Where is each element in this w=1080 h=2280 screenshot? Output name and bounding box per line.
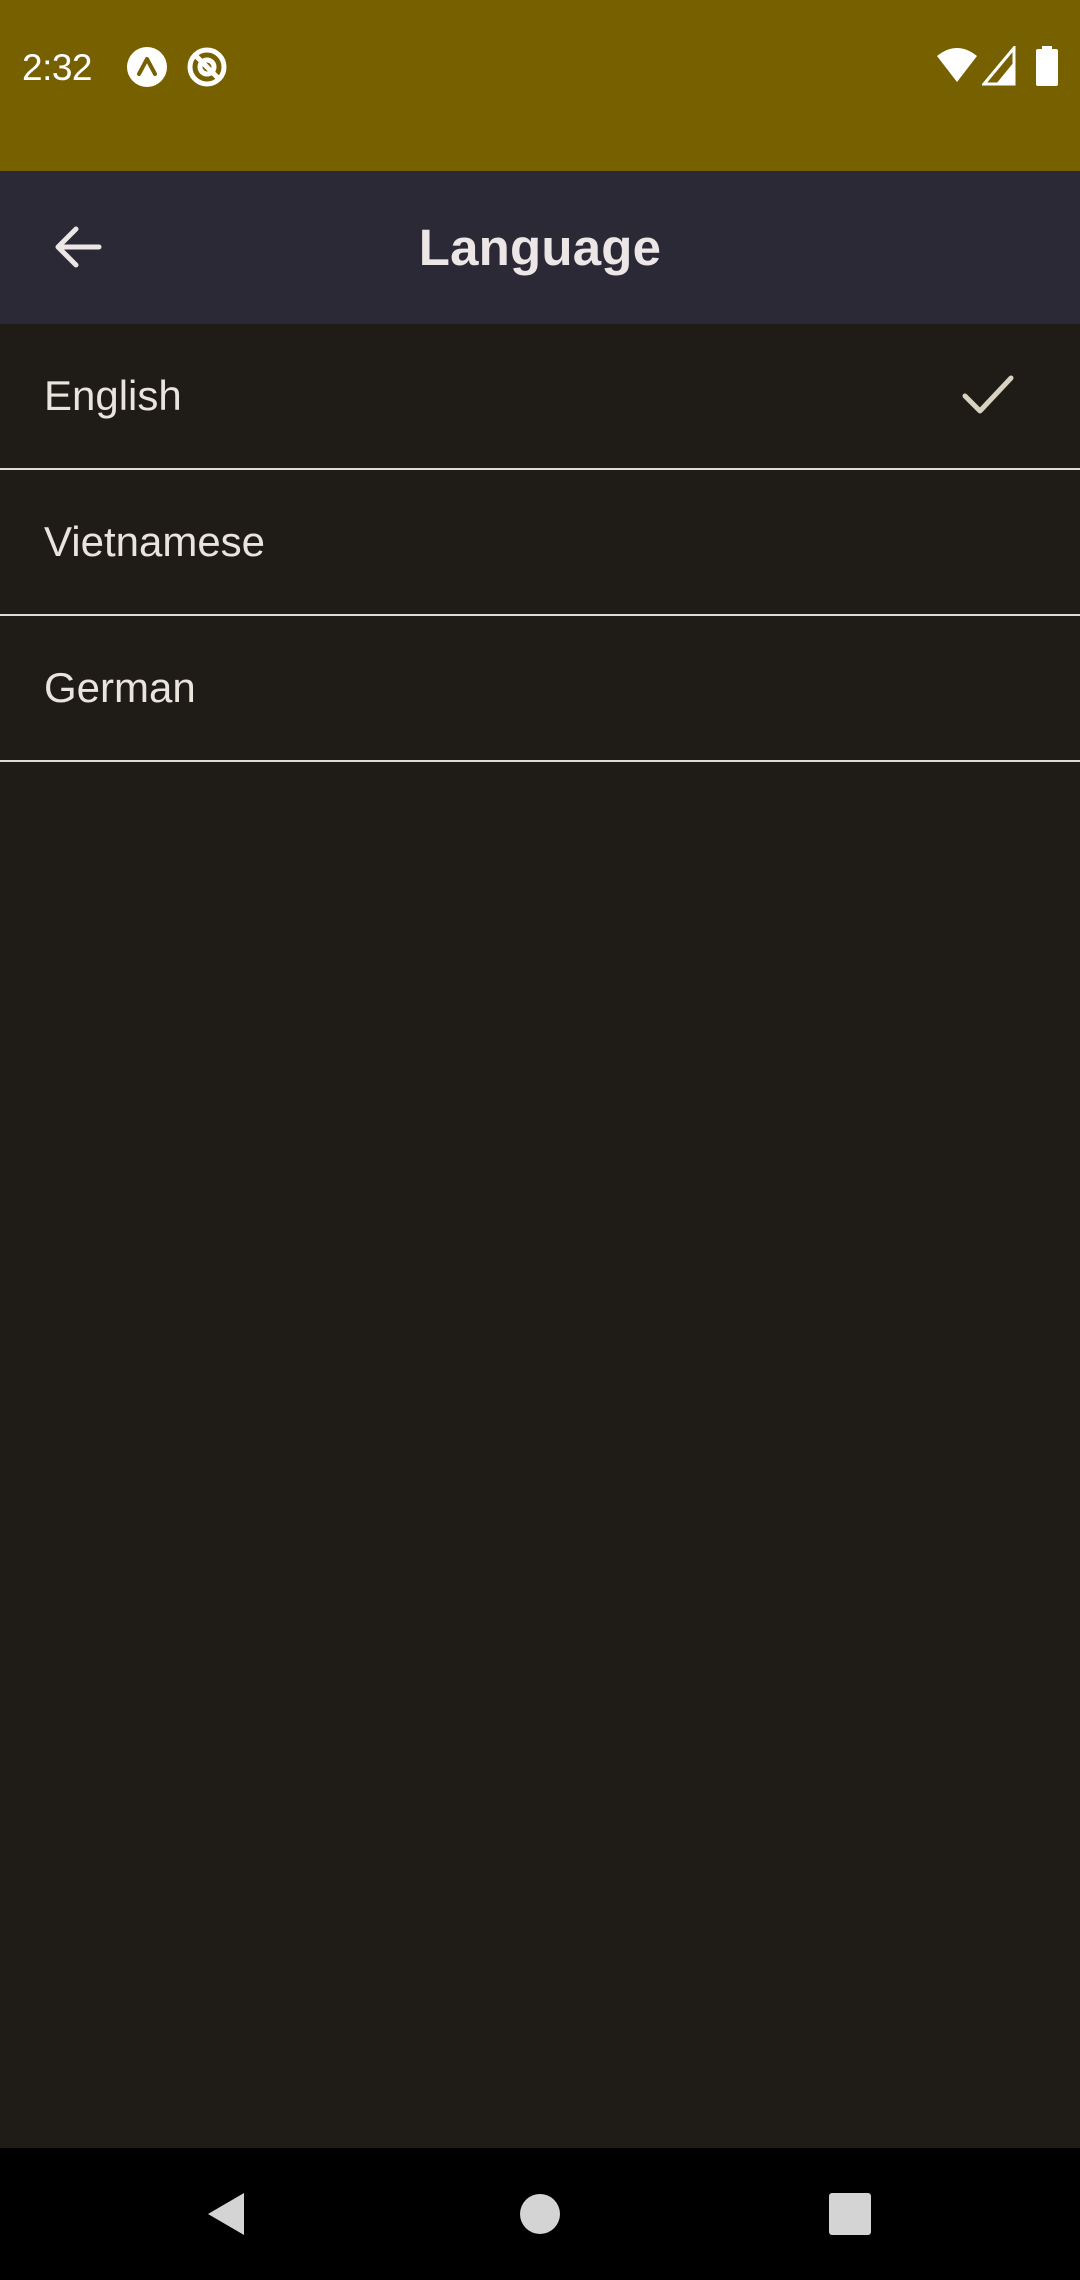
language-label: Vietnamese: [44, 518, 266, 565]
language-item-german[interactable]: German: [0, 616, 1080, 762]
language-label: German: [44, 664, 196, 711]
nav-recents-button[interactable]: [808, 2172, 892, 2256]
wifi-icon: [937, 48, 977, 82]
status-time: 2:32: [22, 47, 93, 88]
home-circle-icon: [520, 2194, 560, 2234]
battery-icon: [1036, 46, 1058, 86]
navigation-bar: [0, 2148, 1080, 2280]
language-label: English: [44, 372, 182, 419]
status-bar: 2:32: [0, 0, 1080, 171]
app-bar: Language: [0, 171, 1080, 324]
back-button[interactable]: [36, 205, 120, 289]
arrow-left-icon: [55, 226, 102, 268]
cellular-signal-icon: [982, 46, 1016, 86]
language-item-vietnamese[interactable]: Vietnamese: [0, 470, 1080, 616]
page-title: Language: [418, 219, 662, 276]
app-notification-icon: [127, 47, 167, 87]
recents-square-icon: [829, 2193, 871, 2235]
language-item-english[interactable]: English: [0, 324, 1080, 470]
nav-home-button[interactable]: [498, 2172, 582, 2256]
back-triangle-icon: [208, 2193, 244, 2235]
check-icon: [962, 375, 1014, 414]
at-sign-notification-icon: [187, 47, 227, 87]
nav-back-button[interactable]: [184, 2172, 268, 2256]
language-list: English Vietnamese German: [0, 324, 1080, 762]
